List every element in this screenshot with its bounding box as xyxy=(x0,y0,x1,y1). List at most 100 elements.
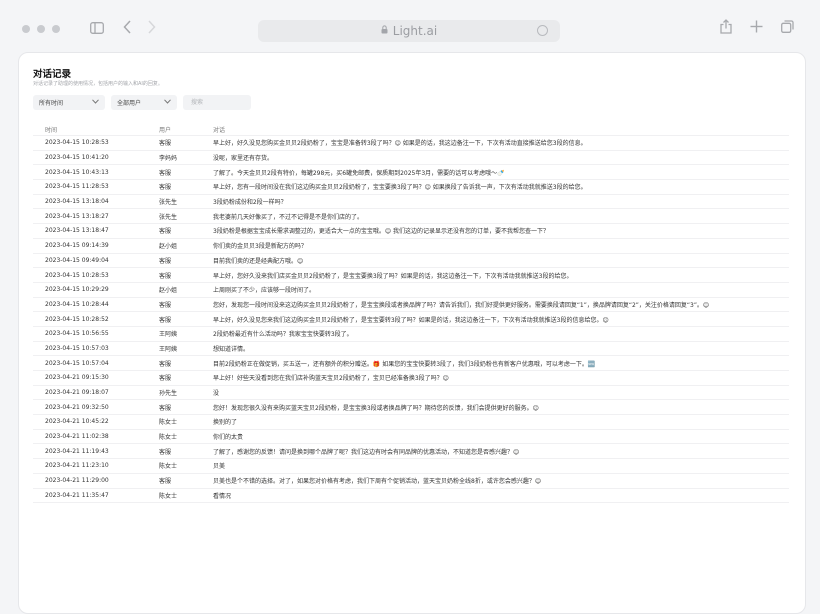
cell-time: 2023-04-15 10:28:52 xyxy=(33,311,159,327)
cell-time: 2023-04-15 09:49:04 xyxy=(33,253,159,269)
table-row[interactable]: 2023-04-15 10:41:20 李妈妈 没呢，家里还有存货。 xyxy=(33,150,789,166)
cell-time: 2023-04-15 13:18:27 xyxy=(33,208,159,225)
user-filter-select[interactable]: 全部用户 xyxy=(111,95,177,110)
lock-icon xyxy=(381,25,388,37)
cell-time: 2023-04-21 11:02:38 xyxy=(33,429,159,445)
cell-message: 3段奶粉是根据宝宝成长需求调整过的，更适合大一点的宝宝哦。😊 我们这边的记录显示… xyxy=(213,223,789,239)
cell-time: 2023-04-15 09:14:39 xyxy=(33,238,159,254)
filter-bar: 所有时间 全部用户 xyxy=(33,95,251,110)
back-icon[interactable] xyxy=(123,20,132,37)
cell-message: 换别的了 xyxy=(213,414,789,430)
sidebar-toggle-icon[interactable] xyxy=(90,21,104,37)
table-row[interactable]: 2023-04-15 10:28:44 客服 您好，发现您一段时间没来这边购买金贝贝… xyxy=(33,297,789,313)
cell-user: 陈女士 xyxy=(159,429,213,445)
cell-message: 早上好，您好久没来我们店买金贝贝2段奶粉了，是宝宝要换3段了吗？如果是的话，我这… xyxy=(213,267,789,283)
close-window-dot[interactable] xyxy=(22,25,30,33)
cell-message: 你们卖的金贝贝3段是新配方的吗？ xyxy=(213,238,789,254)
address-bar[interactable]: Light.ai xyxy=(258,20,560,42)
table-row[interactable]: 2023-04-15 09:14:39 赵小姐 你们卖的金贝贝3段是新配方的吗？ xyxy=(33,238,789,254)
cell-time: 2023-04-15 10:57:03 xyxy=(33,341,159,357)
table-row[interactable]: 2023-04-21 09:32:50 客服 您好！发现您很久没有来购买蓝天宝贝2段… xyxy=(33,399,789,416)
cell-user: 客服 xyxy=(159,399,213,416)
user-filter-value: 全部用户 xyxy=(117,100,142,107)
cell-user: 陈女士 xyxy=(159,414,213,430)
window-controls xyxy=(22,25,60,33)
cell-time: 2023-04-15 10:28:44 xyxy=(33,297,159,313)
cell-user: 李妈妈 xyxy=(159,150,213,166)
cell-time: 2023-04-21 10:45:22 xyxy=(33,414,159,430)
cell-message: 没 xyxy=(213,385,789,401)
share-icon[interactable] xyxy=(720,19,732,37)
search-input[interactable] xyxy=(189,98,247,107)
cell-user: 王阿姨 xyxy=(159,341,213,357)
table-row[interactable]: 2023-04-21 10:45:22 陈女士 换别的了 xyxy=(33,414,789,430)
cell-message: 3段奶粉成份和2段一样吗？ xyxy=(213,194,789,210)
cell-time: 2023-04-15 10:56:55 xyxy=(33,326,159,342)
table-row[interactable]: 2023-04-21 11:35:47 陈女士 看情况 xyxy=(33,488,789,504)
table-body: 2023-04-15 10:28:53 客服 早上好，好久没见您购买金贝贝2段奶粉了… xyxy=(33,135,789,504)
chat-log-panel: 对话记录 对话记录了助理的使用情况，包括用户的输入和AI的回复。 所有时间 全部… xyxy=(18,52,806,614)
cell-message: 早上好，您有一段时间没在我们这边购买金贝贝2段奶粉了，宝宝要换3段了吗？😊 如果… xyxy=(213,179,789,195)
cell-message: 2段奶粉最近有什么活动吗？我家宝宝快要转3段了。 xyxy=(213,326,789,342)
table-row[interactable]: 2023-04-15 10:56:55 王阿姨 2段奶粉最近有什么活动吗？我家宝宝快… xyxy=(33,326,789,342)
cell-message: 贝美 xyxy=(213,458,789,474)
cell-user: 客服 xyxy=(159,311,213,327)
cell-time: 2023-04-15 13:18:04 xyxy=(33,194,159,210)
table-row[interactable]: 2023-04-21 11:02:38 陈女士 你们的太贵 xyxy=(33,429,789,445)
cell-message: 上周刚买了不少，应该够一段时间了。 xyxy=(213,282,789,298)
cell-time: 2023-04-15 11:28:53 xyxy=(33,179,159,195)
tab-overview-icon[interactable] xyxy=(781,20,794,36)
reload-icon[interactable] xyxy=(537,25,548,36)
table-row[interactable]: 2023-04-15 13:18:04 张先生 3段奶粉成份和2段一样吗？ xyxy=(33,194,789,210)
table-row[interactable]: 2023-04-15 10:28:53 客服 早上好，好久没见您购买金贝贝2段奶粉了… xyxy=(33,135,789,151)
cell-user: 客服 xyxy=(159,253,213,269)
cell-user: 赵小姐 xyxy=(159,282,213,298)
minimize-window-dot[interactable] xyxy=(37,25,45,33)
table-row[interactable]: 2023-04-15 10:28:52 客服 早上好，好久没见您来我们这边购买金贝贝… xyxy=(33,311,789,327)
cell-message: 没呢，家里还有存货。 xyxy=(213,150,789,166)
column-header-message[interactable]: 对话 xyxy=(213,123,789,136)
cell-message: 您好！发现您很久没有来购买蓝天宝贝2段奶粉，是宝宝换3段或者换品牌了吗？期待您的… xyxy=(213,399,789,416)
cell-user: 张先生 xyxy=(159,208,213,225)
search-field[interactable] xyxy=(183,95,251,110)
cell-time: 2023-04-21 09:32:50 xyxy=(33,399,159,416)
table-row[interactable]: 2023-04-21 11:29:00 客服 贝美也是个不错的选择。对了，如果您对价… xyxy=(33,473,789,489)
new-tab-icon[interactable] xyxy=(750,20,763,36)
cell-message: 想知道详情。 xyxy=(213,341,789,357)
table-row[interactable]: 2023-04-15 13:18:47 客服 3段奶粉是根据宝宝成长需求调整过的，更… xyxy=(33,223,789,239)
zoom-window-dot[interactable] xyxy=(52,25,60,33)
forward-icon[interactable] xyxy=(147,20,156,37)
table-header-row: 时间 用户 对话 xyxy=(33,123,789,136)
cell-time: 2023-04-21 11:35:47 xyxy=(33,488,159,504)
table-row[interactable]: 2023-04-21 09:15:30 客服 早上好！好些天没看到您在我们店补购蓝天… xyxy=(33,370,789,386)
cell-user: 客服 xyxy=(159,473,213,489)
cell-user: 客服 xyxy=(159,355,213,371)
cell-user: 客服 xyxy=(159,179,213,195)
table-row[interactable]: 2023-04-15 10:57:03 王阿姨 想知道详情。 xyxy=(33,341,789,357)
cell-time: 2023-04-15 10:29:29 xyxy=(33,282,159,298)
cell-message: 你们的太贵 xyxy=(213,429,789,445)
time-filter-select[interactable]: 所有时间 xyxy=(33,95,105,110)
cell-user: 客服 xyxy=(159,135,213,151)
table-row[interactable]: 2023-04-15 11:28:53 客服 早上好，您有一段时间没在我们这边购买金… xyxy=(33,179,789,195)
cell-user: 客服 xyxy=(159,223,213,239)
cell-user: 陈女士 xyxy=(159,458,213,474)
cell-time: 2023-04-15 10:43:13 xyxy=(33,164,159,181)
table-row[interactable]: 2023-04-21 11:23:10 陈女士 贝美 xyxy=(33,458,789,474)
table-row[interactable]: 2023-04-15 10:43:13 客服 了解了。今天金贝贝2段有特价，每罐29… xyxy=(33,164,789,181)
table-row[interactable]: 2023-04-15 13:18:27 张先生 我老婆前几天好像买了，不过不记得是不… xyxy=(33,208,789,225)
page-subtitle: 对话记录了助理的使用情况，包括用户的输入和AI的回复。 xyxy=(33,81,163,87)
table-row[interactable]: 2023-04-15 09:49:04 客服 目前我们卖的还是经典配方哦。😊 xyxy=(33,253,789,269)
table-row[interactable]: 2023-04-15 10:57:04 客服 目前2段奶粉正在做促销，买五送一，还有… xyxy=(33,355,789,371)
column-header-time[interactable]: 时间 xyxy=(33,123,159,136)
cell-time: 2023-04-15 10:41:20 xyxy=(33,150,159,166)
table-row[interactable]: 2023-04-21 09:18:07 孙先生没 xyxy=(33,385,789,401)
column-header-user[interactable]: 用户 xyxy=(159,123,213,136)
cell-user: 张先生 xyxy=(159,194,213,210)
table-row[interactable]: 2023-04-15 10:29:29 赵小姐 上周刚买了不少，应该够一段时间了。 xyxy=(33,282,789,298)
cell-user: 陈女士 xyxy=(159,488,213,504)
cell-time: 2023-04-21 09:15:30 xyxy=(33,370,159,386)
table-row[interactable]: 2023-04-21 11:19:43 客服 了解了，感谢您的反馈！请问是换到哪个品… xyxy=(33,443,789,460)
cell-user: 王阿姨 xyxy=(159,326,213,342)
table-row[interactable]: 2023-04-15 10:28:53 客服 早上好，您好久没来我们店买金贝贝2段奶… xyxy=(33,267,789,283)
